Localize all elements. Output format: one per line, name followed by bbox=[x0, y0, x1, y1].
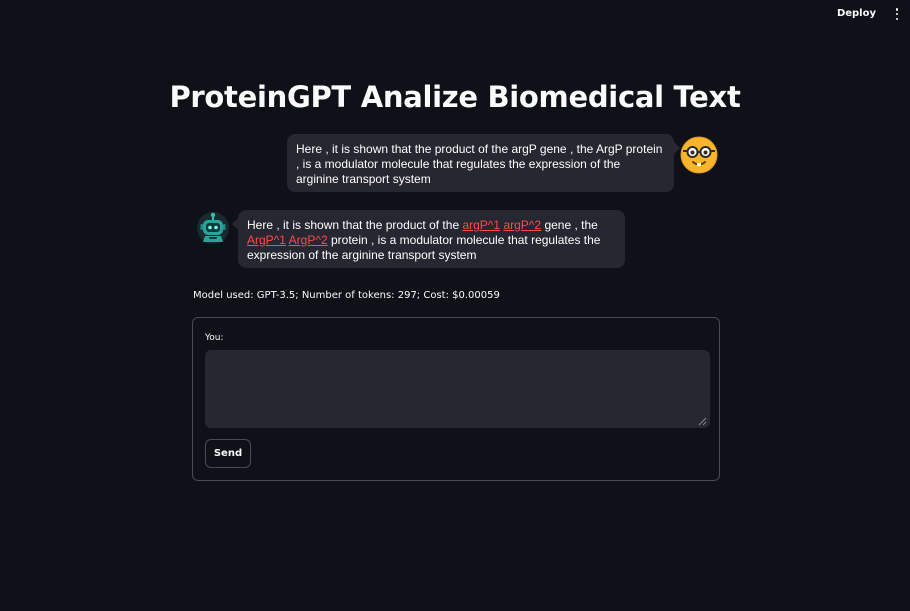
nerd-face-icon bbox=[680, 136, 718, 174]
top-bar: Deploy bbox=[0, 0, 910, 30]
bot-message-bubble: Here , it is shown that the product of t… bbox=[232, 210, 625, 268]
bot-text-segment: Here , it is shown that the product of t… bbox=[247, 218, 463, 232]
page-title: ProteinGPT Analize Biomedical Text bbox=[169, 80, 741, 114]
input-label: You: bbox=[205, 333, 224, 343]
user-message-bubble: Here , it is shown that the product of t… bbox=[287, 134, 680, 192]
deploy-button[interactable]: Deploy bbox=[837, 8, 876, 19]
entity-tag-link[interactable]: ArgP^2 bbox=[289, 233, 328, 247]
entity-tag-link[interactable]: argP^2 bbox=[503, 218, 541, 232]
chat-input-form: You: Send bbox=[192, 317, 720, 481]
entity-tag-link[interactable]: argP^1 bbox=[462, 218, 500, 232]
kebab-menu-icon[interactable] bbox=[893, 7, 901, 21]
message-textarea[interactable] bbox=[205, 350, 710, 428]
resize-handle-icon[interactable] bbox=[698, 417, 707, 426]
user-message-text: Here , it is shown that the product of t… bbox=[296, 142, 663, 186]
entity-tag-link[interactable]: ArgP^1 bbox=[247, 233, 286, 247]
robot-icon bbox=[197, 212, 229, 244]
usage-stats: Model used: GPT-3.5; Number of tokens: 2… bbox=[193, 290, 500, 301]
bot-text-segment: gene , the bbox=[541, 218, 598, 232]
send-button[interactable]: Send bbox=[205, 439, 251, 468]
